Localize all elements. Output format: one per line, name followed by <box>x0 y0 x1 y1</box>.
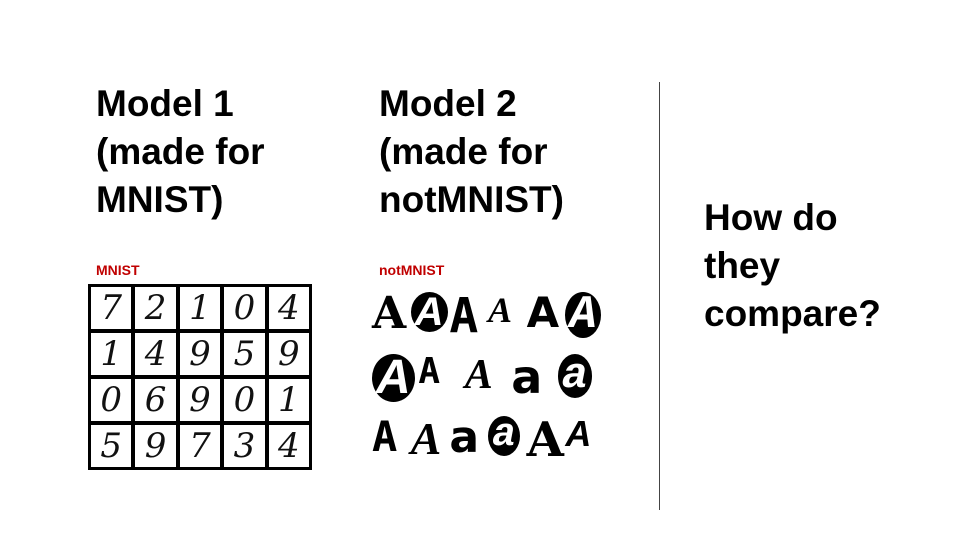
notmnist-glyph: A <box>565 292 601 338</box>
question-line: they <box>704 245 781 286</box>
vertical-divider <box>659 82 660 510</box>
mnist-caption: MNIST <box>96 262 140 278</box>
notmnist-glyph: A <box>372 412 398 461</box>
mnist-digit-cell: 9 <box>179 379 221 421</box>
model-1-heading: Model 1 (made for MNIST) <box>96 80 265 224</box>
mnist-digit-cell: 0 <box>91 379 132 421</box>
notmnist-glyph: A <box>488 290 513 330</box>
notmnist-glyph: A <box>372 288 407 339</box>
notmnist-glyph: a <box>488 416 521 456</box>
model-1-line: Model 1 <box>96 83 234 124</box>
mnist-digit-cell: 4 <box>135 333 176 375</box>
mnist-digit-cell: 4 <box>268 425 309 467</box>
notmnist-glyph: a <box>449 412 480 463</box>
mnist-digit-cell: 1 <box>268 379 309 421</box>
question-line: How do <box>704 197 838 238</box>
mnist-digit-cell: 9 <box>179 333 221 375</box>
question-line: compare? <box>704 293 881 334</box>
mnist-digit-cell: 2 <box>135 287 176 329</box>
model-1-line: MNIST) <box>96 179 224 220</box>
mnist-digit-cell: 1 <box>91 333 132 375</box>
notmnist-glyph: A <box>410 292 448 332</box>
notmnist-glyph: A <box>526 288 560 337</box>
mnist-sample-grid: 72104149590690159734 <box>88 284 312 470</box>
notmnist-glyph: A <box>526 412 564 468</box>
model-2-line: (made for <box>379 131 548 172</box>
model-1-line: (made for <box>96 131 265 172</box>
notmnist-glyph: A <box>449 288 479 344</box>
model-2-line: notMNIST) <box>379 179 564 220</box>
mnist-digit-cell: 0 <box>224 287 265 329</box>
notmnist-glyph: A <box>372 354 415 402</box>
mnist-digit-cell: 0 <box>224 379 265 421</box>
mnist-digit-cell: 6 <box>135 379 176 421</box>
notmnist-glyph: A <box>410 413 442 464</box>
notmnist-glyph: A <box>418 351 441 392</box>
comparison-question: How do they compare? <box>704 194 881 338</box>
mnist-digit-cell: 1 <box>179 287 221 329</box>
mnist-digit-cell: 5 <box>224 333 265 375</box>
mnist-digit-cell: 7 <box>91 287 132 329</box>
model-2-line: Model 2 <box>379 83 517 124</box>
notmnist-glyph: A <box>565 413 592 454</box>
mnist-digit-cell: 5 <box>91 425 132 467</box>
mnist-digit-cell: 3 <box>224 425 265 467</box>
notmnist-glyph: A <box>464 352 493 398</box>
notmnist-glyph: a <box>557 354 592 398</box>
notmnist-sample-image: AAAAAAAAAaaAAaaAA <box>372 292 604 472</box>
model-2-heading: Model 2 (made for notMNIST) <box>379 80 564 224</box>
notmnist-caption: notMNIST <box>379 262 445 278</box>
mnist-digit-cell: 9 <box>135 425 176 467</box>
notmnist-glyph: a <box>511 350 543 404</box>
mnist-digit-cell: 4 <box>268 287 309 329</box>
mnist-digit-cell: 9 <box>268 333 309 375</box>
mnist-digit-cell: 7 <box>179 425 221 467</box>
